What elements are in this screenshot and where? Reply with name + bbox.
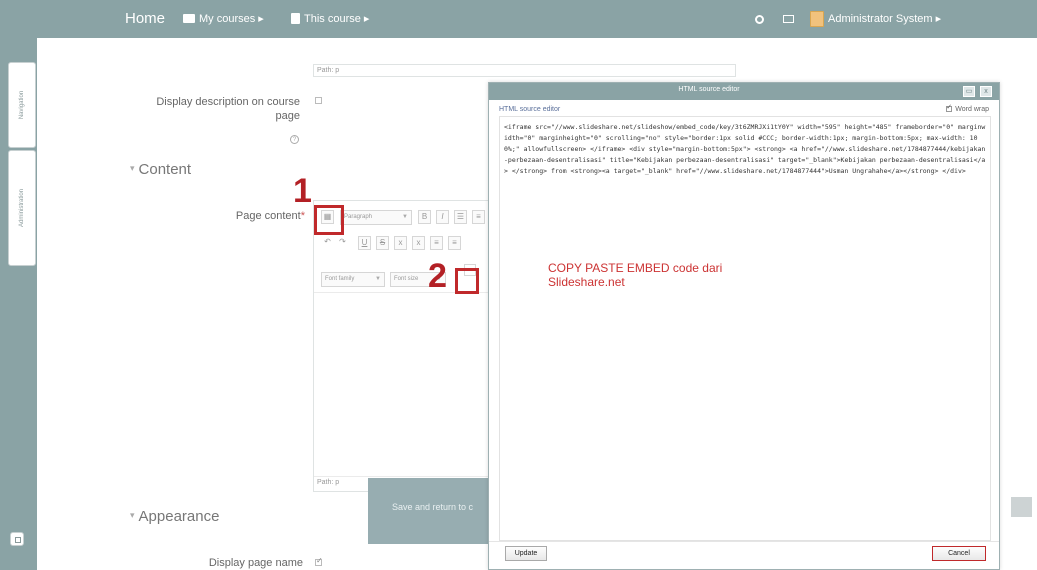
dialog-inner-title: HTML source editor <box>499 106 561 113</box>
close-icon[interactable]: x <box>980 86 992 97</box>
font-family-select[interactable]: Font family ▼ <box>321 272 385 287</box>
page-content-editor[interactable]: ▦ Paragraph ▼ B I ☰ ≡ ↶ ↷ U S x x ≡ ≡ Fon… <box>313 200 493 492</box>
underline-button[interactable]: U <box>358 236 371 250</box>
briefcase-icon <box>183 13 195 23</box>
top-navbar: Home My courses ▸ This course ▸ Administ… <box>0 0 1037 38</box>
bullet-list-button[interactable]: ☰ <box>454 210 467 224</box>
appearance-section-header[interactable]: ▾ Appearance <box>130 508 219 525</box>
this-course-menu[interactable]: This course ▸ <box>291 0 369 38</box>
display-page-name-checkbox[interactable] <box>315 556 323 566</box>
scrollbar-thumb[interactable] <box>1011 497 1032 517</box>
save-panel: Save and return to c <box>368 478 498 544</box>
word-wrap-checkbox[interactable]: Word wrap <box>946 103 989 113</box>
navigation-tab-label: Navigation <box>19 90 25 120</box>
dialog-titlebar[interactable]: HTML source editor ▭ x <box>489 83 999 100</box>
user-name: Administrator System ▸ <box>828 13 942 25</box>
page-content-label: Page content* <box>235 210 305 222</box>
messages-button[interactable] <box>783 0 798 38</box>
collapse-caret-icon: ▾ <box>130 163 135 173</box>
this-course-label: This course ▸ <box>304 13 370 25</box>
numbered-list-button[interactable]: ≡ <box>472 210 485 224</box>
editor-footer-divider <box>314 476 492 477</box>
superscript-button[interactable]: x <box>412 236 425 250</box>
dialog-title: HTML source editor <box>678 86 740 93</box>
user-menu[interactable]: Administrator System ▸ <box>810 0 941 38</box>
align-left-button[interactable]: ≡ <box>430 236 443 250</box>
annotation-note: COPY PASTE EMBED code dari Slideshare.ne… <box>548 261 723 289</box>
subscript-button[interactable]: x <box>394 236 407 250</box>
content-section-header[interactable]: ▾ Content <box>130 161 191 178</box>
avatar <box>810 11 824 28</box>
html-source-dialog: HTML source editor ▭ x HTML source edito… <box>488 82 1000 570</box>
update-button[interactable]: Update <box>505 546 547 561</box>
notifications-button[interactable] <box>755 0 768 38</box>
my-courses-label: My courses ▸ <box>199 13 264 25</box>
administration-tab-label: Administration <box>19 188 25 228</box>
navigation-tab[interactable]: Navigation <box>8 62 36 148</box>
display-description-checkbox[interactable] <box>315 97 322 104</box>
home-link[interactable]: Home <box>125 0 165 38</box>
bold-button[interactable]: B <box>418 210 431 224</box>
page: Home My courses ▸ This course ▸ Administ… <box>0 0 1037 570</box>
book-icon <box>291 12 300 24</box>
administration-tab[interactable]: Administration <box>8 150 36 266</box>
annotation-number-2: 2 <box>428 257 447 295</box>
dock-icon[interactable] <box>10 532 24 546</box>
paragraph-select[interactable]: Paragraph ▼ <box>340 210 412 225</box>
bell-icon <box>755 14 764 24</box>
annotation-box-1 <box>314 205 344 235</box>
html-source-code: <iframe src="//www.slideshare.net/slides… <box>504 123 986 175</box>
mail-icon <box>783 15 794 24</box>
display-page-name-label: Display page name <box>208 557 303 569</box>
annotation-number-1: 1 <box>293 172 312 210</box>
strikethrough-button[interactable]: S <box>376 236 389 250</box>
my-courses-menu[interactable]: My courses ▸ <box>183 0 264 38</box>
italic-button[interactable]: I <box>436 210 449 224</box>
path-bar-bottom: Path: p <box>317 479 340 486</box>
undo-button[interactable]: ↶ <box>321 236 334 250</box>
help-icon[interactable]: ? <box>290 135 299 144</box>
align-center-button[interactable]: ≡ <box>448 236 461 250</box>
cancel-button[interactable]: Cancel <box>932 546 986 561</box>
redo-button[interactable]: ↷ <box>336 236 349 250</box>
path-bar-top: Path: p <box>313 64 736 77</box>
dialog-footer-divider <box>489 541 999 542</box>
maximize-icon[interactable]: ▭ <box>963 86 975 97</box>
collapse-caret-icon: ▾ <box>130 510 135 520</box>
annotation-box-2 <box>455 268 479 294</box>
checkbox-icon <box>946 103 953 113</box>
html-source-textarea[interactable]: <iframe src="//www.slideshare.net/slides… <box>499 116 991 541</box>
display-description-label: Display description on course page <box>156 96 300 122</box>
save-and-return-button[interactable]: Save and return to c <box>392 502 473 512</box>
